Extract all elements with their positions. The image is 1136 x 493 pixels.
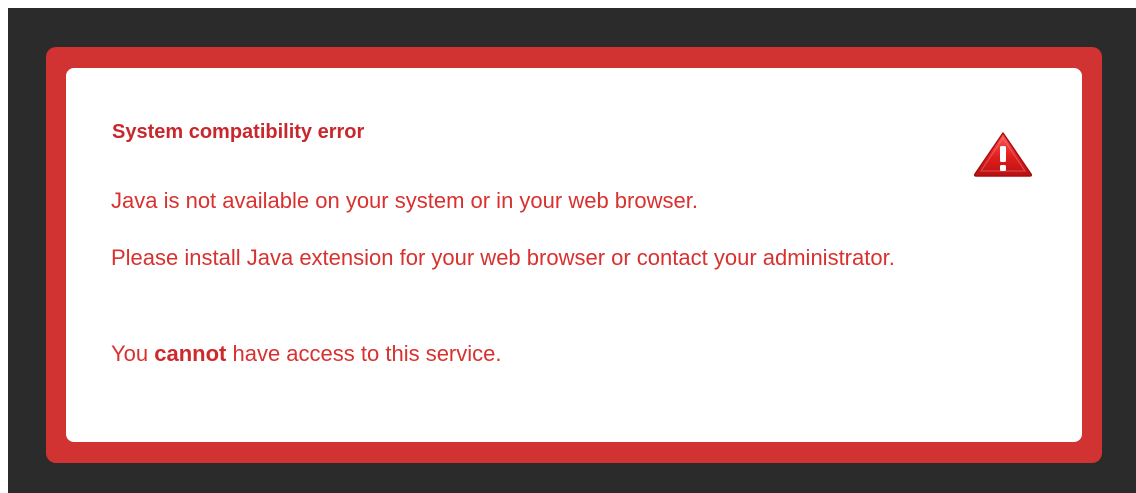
access-denied-suffix: have access to this service. — [226, 341, 502, 366]
access-denied-emphasis: cannot — [154, 341, 227, 366]
java-unavailable-message: Java is not available on your system or … — [111, 188, 698, 213]
access-denied-prefix: You — [111, 341, 155, 366]
error-title: System compatibility error — [112, 121, 365, 143]
warning-icon — [973, 132, 1033, 177]
install-java-message: Please install Java extension for your w… — [111, 245, 895, 270]
access-denied-message: You cannot have access to this service. — [111, 340, 991, 368]
